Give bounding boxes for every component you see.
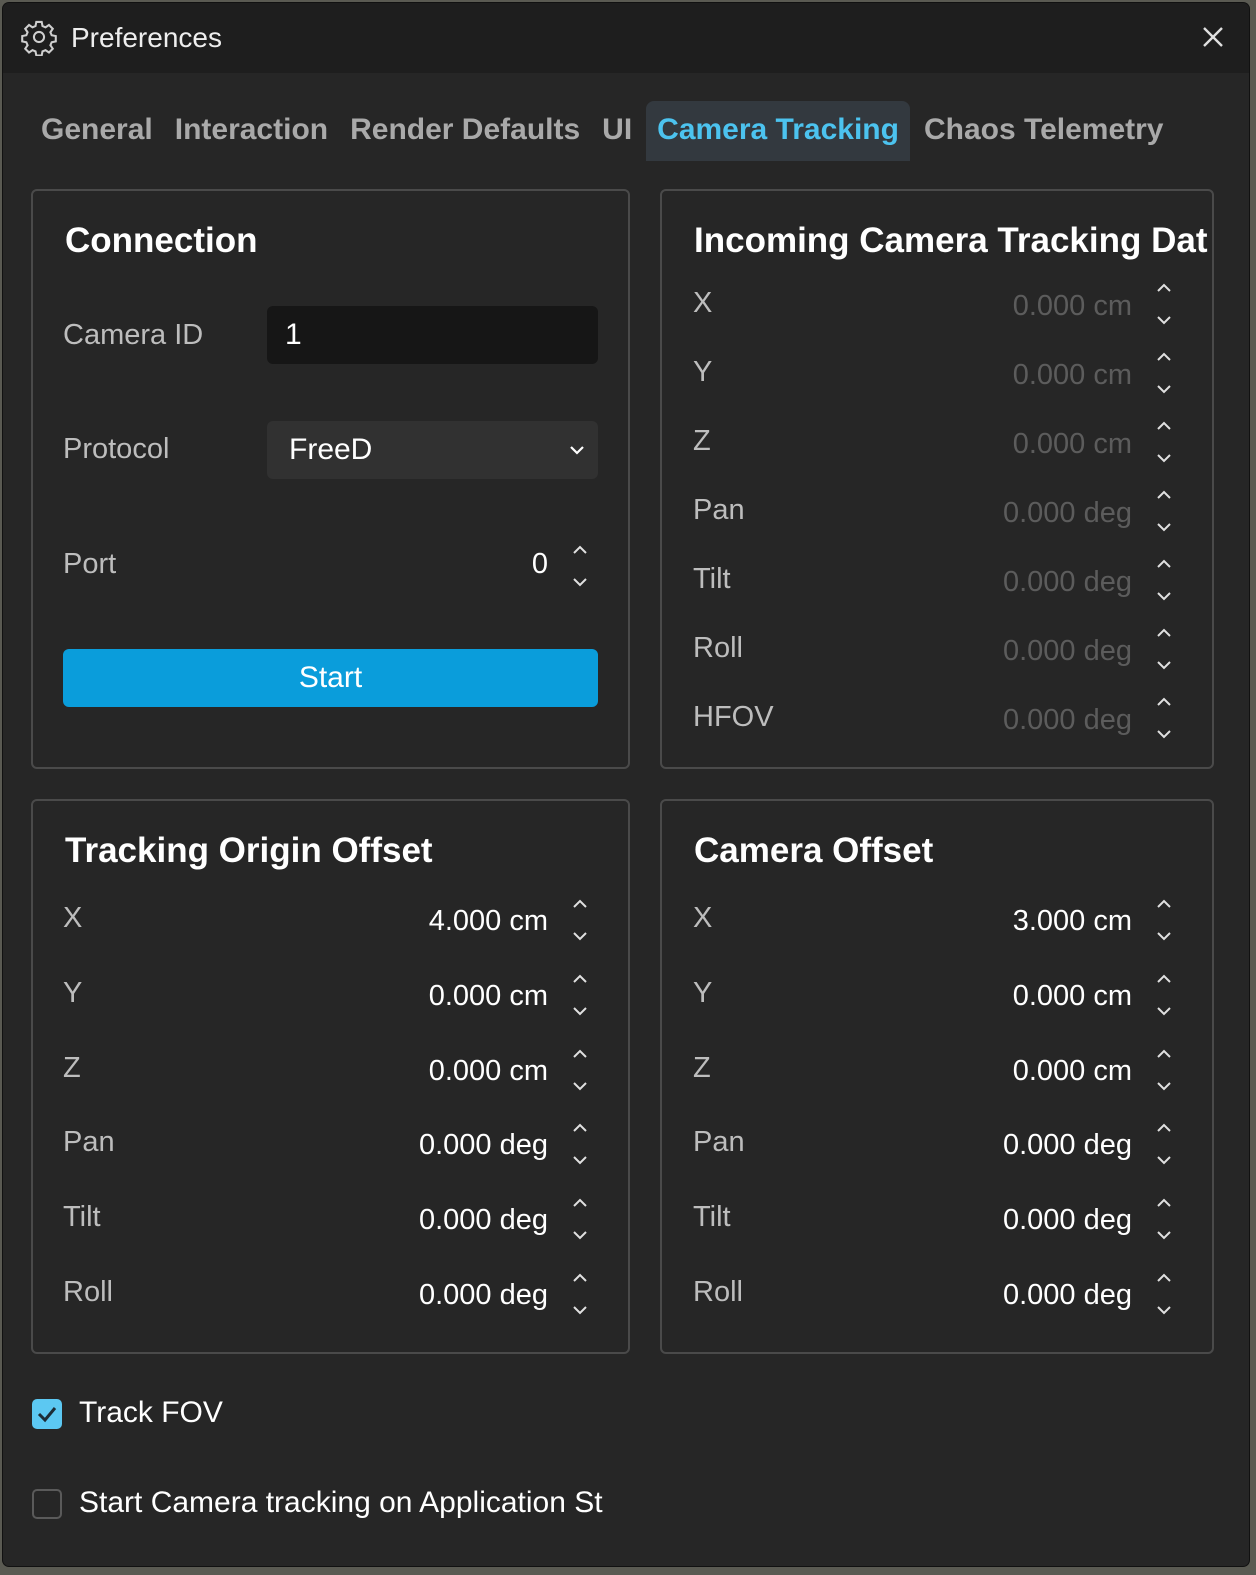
port-stepper-icon[interactable] <box>569 543 591 589</box>
tracking-origin-offset-tilt-stepper-icon[interactable] <box>569 1196 591 1242</box>
tracking-origin-offset-pan-label: Pan <box>63 1126 115 1159</box>
incoming-x-value[interactable]: 0.000 cm <box>1013 290 1132 323</box>
incoming-roll-value[interactable]: 0.000 deg <box>1003 635 1132 668</box>
checkmark-icon <box>37 1407 57 1423</box>
camera-offset-roll-stepper-icon[interactable] <box>1153 1271 1175 1317</box>
tracking-origin-offset-x-stepper-icon[interactable] <box>569 897 591 943</box>
incoming-hfov-value[interactable]: 0.000 deg <box>1003 704 1132 737</box>
tab-interaction[interactable]: Interaction <box>167 101 336 161</box>
incoming-y-label: Y <box>693 356 713 388</box>
tracking-origin-offset-y-value[interactable]: 0.000 cm <box>429 980 548 1013</box>
connection-title: Connection <box>65 221 258 260</box>
tracking-origin-offset-title: Tracking Origin Offset <box>65 831 433 870</box>
tab-bar: General Interaction Render Defaults UI C… <box>33 101 1177 161</box>
tab-general[interactable]: General <box>33 101 161 161</box>
incoming-z-label: Z <box>693 425 711 457</box>
tracking-origin-offset-tilt-value[interactable]: 0.000 deg <box>419 1204 548 1237</box>
start-button[interactable]: Start <box>63 649 598 707</box>
incoming-tilt-label: Tilt <box>693 563 731 595</box>
window-title: Preferences <box>71 22 222 53</box>
start-on-launch-label: Start Camera tracking on Application St <box>79 1486 603 1519</box>
camera-offset-x-stepper-icon[interactable] <box>1153 897 1175 943</box>
port-label: Port <box>63 548 117 580</box>
incoming-x-stepper-icon[interactable] <box>1153 281 1175 327</box>
tracking-origin-offset-y-stepper-icon[interactable] <box>569 972 591 1018</box>
tracking-origin-offset-panel: Tracking Origin Offset X 4.000 cm Y 0.000 c… <box>31 799 630 1354</box>
camera-offset-x-label: X <box>693 902 713 934</box>
gear-icon <box>21 20 57 56</box>
camera-offset-tilt-stepper-icon[interactable] <box>1153 1196 1175 1242</box>
tracking-origin-offset-z-stepper-icon[interactable] <box>569 1047 591 1093</box>
tracking-origin-offset-x-label: X <box>63 902 83 934</box>
tracking-origin-offset-pan-value[interactable]: 0.000 deg <box>419 1129 548 1162</box>
incoming-data-title: Incoming Camera Tracking Dat <box>694 221 1208 260</box>
camera-offset-roll-value[interactable]: 0.000 deg <box>1003 1279 1132 1312</box>
tracking-origin-offset-roll-label: Roll <box>63 1276 113 1308</box>
protocol-label: Protocol <box>63 433 170 465</box>
chevron-down-icon <box>570 446 584 455</box>
camera-offset-z-label: Z <box>693 1051 711 1084</box>
camera-offset-panel: Camera Offset X 3.000 cm Y 0.000 cm Z 0.000 c… <box>660 799 1214 1354</box>
tracking-origin-offset-pan-stepper-icon[interactable] <box>569 1121 591 1167</box>
connection-panel: Connection Camera ID 1 Protocol FreeD Po… <box>31 189 630 769</box>
tracking-origin-offset-tilt-label: Tilt <box>63 1201 101 1234</box>
close-icon[interactable] <box>1195 19 1231 55</box>
tab-camera-tracking[interactable]: Camera Tracking <box>646 101 910 161</box>
start-on-launch-checkbox[interactable] <box>32 1489 62 1519</box>
incoming-data-panel: Incoming Camera Tracking Dat X 0.000 cm Y 0… <box>660 189 1214 769</box>
camera-offset-roll-label: Roll <box>693 1276 743 1308</box>
camera-offset-y-value[interactable]: 0.000 cm <box>1013 980 1132 1013</box>
incoming-x-label: X <box>693 287 713 319</box>
incoming-roll-label: Roll <box>693 632 743 664</box>
incoming-tilt-stepper-icon[interactable] <box>1153 557 1175 603</box>
camera-offset-pan-stepper-icon[interactable] <box>1153 1121 1175 1167</box>
camera-offset-tilt-value[interactable]: 0.000 deg <box>1003 1204 1132 1237</box>
camera-offset-pan-label: Pan <box>693 1126 745 1159</box>
camera-offset-y-stepper-icon[interactable] <box>1153 972 1175 1018</box>
incoming-pan-label: Pan <box>693 494 745 526</box>
camera-offset-z-stepper-icon[interactable] <box>1153 1047 1175 1093</box>
tracking-origin-offset-z-value[interactable]: 0.000 cm <box>429 1055 548 1088</box>
camera-offset-y-label: Y <box>693 976 713 1009</box>
tracking-origin-offset-roll-stepper-icon[interactable] <box>569 1271 591 1317</box>
port-value[interactable]: 0 <box>532 548 548 581</box>
incoming-tilt-value[interactable]: 0.000 deg <box>1003 566 1132 599</box>
incoming-roll-stepper-icon[interactable] <box>1153 626 1175 672</box>
title-bar: Preferences <box>3 3 1249 73</box>
tab-ui[interactable]: UI <box>594 101 640 161</box>
preferences-window: Preferences General Interaction Render D… <box>3 3 1249 1566</box>
protocol-select[interactable]: FreeD <box>267 421 598 479</box>
incoming-pan-stepper-icon[interactable] <box>1153 488 1175 534</box>
incoming-z-stepper-icon[interactable] <box>1153 419 1175 465</box>
tab-chaos-telemetry[interactable]: Chaos Telemetry <box>916 101 1172 161</box>
incoming-y-stepper-icon[interactable] <box>1153 350 1175 396</box>
incoming-z-value[interactable]: 0.000 cm <box>1013 428 1132 461</box>
camera-offset-pan-value[interactable]: 0.000 deg <box>1003 1129 1132 1162</box>
protocol-value: FreeD <box>289 433 373 466</box>
incoming-pan-value[interactable]: 0.000 deg <box>1003 497 1132 530</box>
track-fov-label: Track FOV <box>79 1396 223 1429</box>
incoming-hfov-stepper-icon[interactable] <box>1153 695 1175 741</box>
camera-id-label: Camera ID <box>63 319 204 351</box>
tracking-origin-offset-z-label: Z <box>63 1051 81 1084</box>
camera-offset-tilt-label: Tilt <box>693 1201 731 1234</box>
tab-render-defaults[interactable]: Render Defaults <box>342 101 588 161</box>
camera-offset-title: Camera Offset <box>694 831 934 870</box>
incoming-hfov-label: HFOV <box>693 701 774 733</box>
tracking-origin-offset-roll-value[interactable]: 0.000 deg <box>419 1279 548 1312</box>
incoming-y-value[interactable]: 0.000 cm <box>1013 359 1132 392</box>
camera-offset-x-value[interactable]: 3.000 cm <box>1013 905 1132 938</box>
camera-offset-z-value[interactable]: 0.000 cm <box>1013 1055 1132 1088</box>
track-fov-checkbox[interactable] <box>32 1399 62 1429</box>
tracking-origin-offset-y-label: Y <box>63 976 83 1009</box>
camera-id-input[interactable]: 1 <box>267 306 598 364</box>
tracking-origin-offset-x-value[interactable]: 4.000 cm <box>429 905 548 938</box>
